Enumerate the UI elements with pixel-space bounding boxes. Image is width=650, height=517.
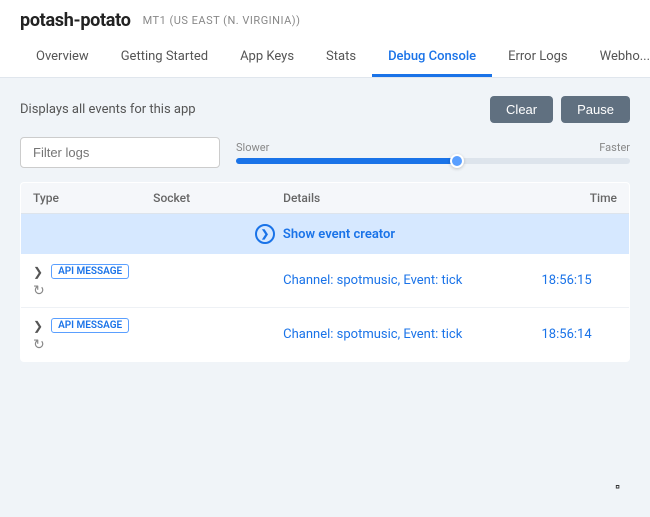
log-table: Type Socket Details Time ❯ Show event cr… — [20, 182, 630, 362]
filter-row: Slower Faster — [20, 137, 630, 168]
tab-error-logs[interactable]: Error Logs — [492, 39, 584, 77]
toolbar-description: Displays all events for this app — [20, 102, 196, 117]
expand-btn-1[interactable]: ❯ — [33, 265, 43, 279]
content-area: Displays all events for this app Clear P… — [0, 78, 650, 380]
type-cell-2: ❯ API MESSAGE ↻ — [21, 308, 142, 362]
toolbar: Displays all events for this app Clear P… — [20, 96, 630, 123]
time-val-1: 18:56:15 — [542, 273, 592, 288]
log-table-body: ❯ Show event creator ❯ API MESSAGE ↻ Cha… — [21, 214, 630, 362]
app-region: MT1 (US EAST (N. VIRGINIA)) — [143, 14, 301, 27]
chevron-right-icon: ❯ — [255, 224, 275, 244]
show-event-label: Show event creator — [283, 227, 395, 242]
col-header-details: Details — [271, 183, 529, 214]
table-row: ❯ API MESSAGE ↻ Channel: spotmusic, Even… — [21, 308, 630, 362]
speed-control: Slower Faster — [236, 141, 630, 164]
speed-labels: Slower Faster — [236, 141, 630, 154]
col-header-time: Time — [530, 183, 630, 214]
detail-link-1[interactable]: Channel: spotmusic, Event: tick — [283, 273, 462, 288]
tab-app-keys[interactable]: App Keys — [224, 39, 310, 77]
refresh-icon-1: ↻ — [33, 283, 45, 299]
time-cell-2: 18:56:14 — [530, 308, 630, 362]
show-event-content: ❯ Show event creator — [33, 224, 617, 244]
toolbar-buttons: Clear Pause — [490, 96, 630, 123]
col-header-type: Type — [21, 183, 142, 214]
faster-label: Faster — [599, 141, 630, 154]
socket-cell-2 — [141, 308, 271, 362]
filter-logs-input[interactable] — [20, 137, 220, 168]
nav-tabs: Overview Getting Started App Keys Stats … — [20, 39, 630, 77]
speed-slider-thumb[interactable] — [450, 154, 464, 168]
api-badge-1: API MESSAGE — [51, 264, 129, 279]
type-cell-1: ❯ API MESSAGE ↻ — [21, 254, 142, 308]
row-top-1: ❯ API MESSAGE — [33, 264, 129, 279]
log-table-header: Type Socket Details Time — [21, 183, 630, 214]
time-val-2: 18:56:14 — [542, 327, 592, 342]
tab-debug-console[interactable]: Debug Console — [372, 39, 492, 77]
expand-btn-2[interactable]: ❯ — [33, 319, 43, 333]
show-event-row[interactable]: ❯ Show event creator — [21, 214, 630, 255]
row-top-2: ❯ API MESSAGE — [33, 318, 129, 333]
speed-slider-track[interactable] — [236, 158, 630, 164]
detail-link-2[interactable]: Channel: spotmusic, Event: tick — [283, 327, 462, 342]
tab-overview[interactable]: Overview — [20, 39, 105, 77]
pause-button[interactable]: Pause — [561, 96, 630, 123]
details-cell-2: Channel: spotmusic, Event: tick — [271, 308, 529, 362]
details-cell-1: Channel: spotmusic, Event: tick — [271, 254, 529, 308]
tab-stats[interactable]: Stats — [310, 39, 372, 77]
top-bar: potash-potato MT1 (US EAST (N. VIRGINIA)… — [0, 0, 650, 78]
clear-button[interactable]: Clear — [490, 96, 553, 123]
tab-getting-started[interactable]: Getting Started — [105, 39, 224, 77]
cursor: ⬞ — [615, 476, 620, 497]
col-header-socket: Socket — [141, 183, 271, 214]
show-event-cell[interactable]: ❯ Show event creator — [21, 214, 630, 255]
app-name: potash-potato — [20, 10, 131, 31]
slower-label: Slower — [236, 141, 269, 154]
refresh-icon-2: ↻ — [33, 337, 45, 353]
speed-slider-fill — [236, 158, 457, 164]
table-row: ❯ API MESSAGE ↻ Channel: spotmusic, Even… — [21, 254, 630, 308]
app-header: potash-potato MT1 (US EAST (N. VIRGINIA)… — [20, 10, 630, 39]
tab-webhooks[interactable]: Webho... — [584, 39, 650, 77]
api-badge-2: API MESSAGE — [51, 318, 129, 333]
socket-cell-1 — [141, 254, 271, 308]
time-cell-1: 18:56:15 — [530, 254, 630, 308]
